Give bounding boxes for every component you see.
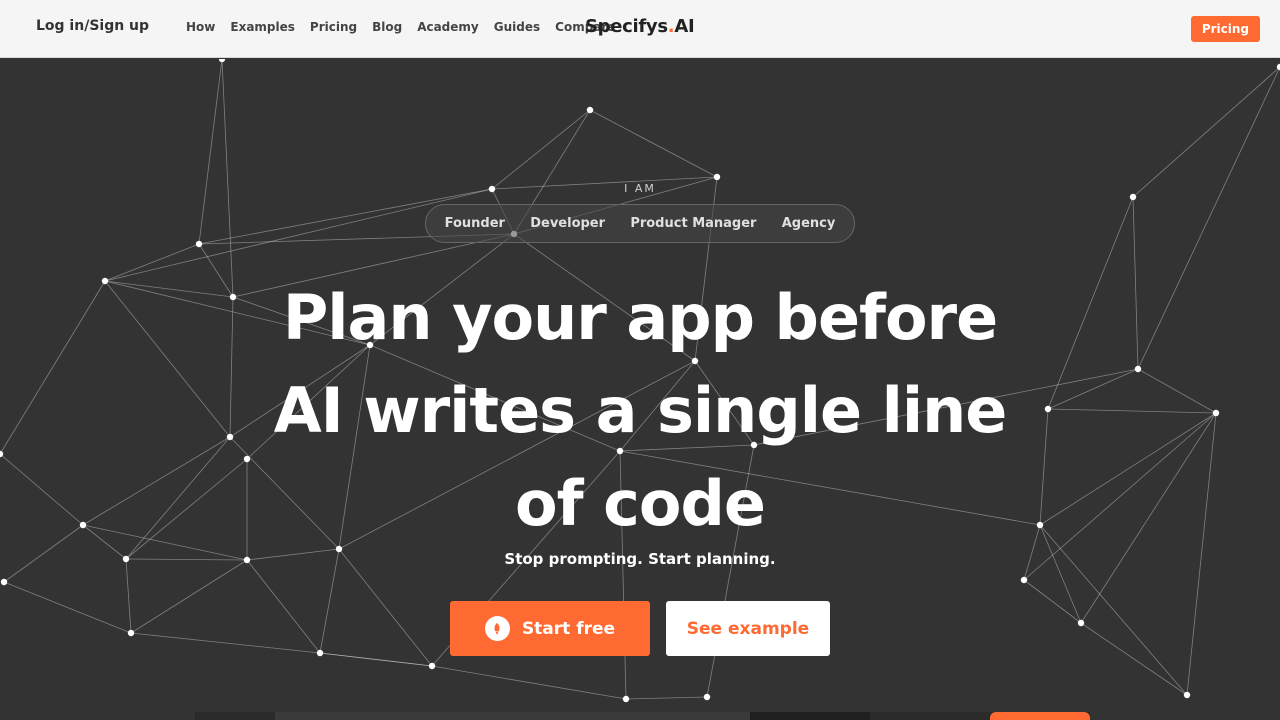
headline-line-3: of code xyxy=(515,467,766,540)
role-option-founder[interactable]: Founder xyxy=(445,216,505,231)
start-free-button[interactable]: Start free xyxy=(450,601,650,656)
login-signup-link[interactable]: Log in/Sign up xyxy=(36,18,149,34)
role-option-product-manager[interactable]: Product Manager xyxy=(630,216,756,231)
brand-logo[interactable]: Specifys.AI xyxy=(585,16,695,37)
see-example-button[interactable]: See example xyxy=(666,601,830,656)
nav-link-pricing[interactable]: Pricing xyxy=(310,20,357,34)
nav-link-guides[interactable]: Guides xyxy=(494,20,540,34)
role-option-developer[interactable]: Developer xyxy=(530,216,605,231)
hero-section: I AM Founder Developer Product Manager A… xyxy=(0,59,1280,720)
headline-line-2: AI writes a single line xyxy=(273,374,1008,447)
pricing-button[interactable]: Pricing xyxy=(1190,16,1260,42)
brand-name: Specifys xyxy=(585,16,668,37)
nav-link-examples[interactable]: Examples xyxy=(230,20,295,34)
rocket-icon xyxy=(484,616,510,641)
i-am-label: I AM xyxy=(624,182,656,195)
hero-headline: Plan your app before AI writes a single … xyxy=(0,271,1280,550)
start-free-label: Start free xyxy=(521,618,616,639)
main-nav: How Examples Pricing Blog Academy Guides… xyxy=(186,20,615,34)
nav-link-academy[interactable]: Academy xyxy=(417,20,479,34)
brand-suffix: AI xyxy=(674,16,695,37)
role-option-agency[interactable]: Agency xyxy=(782,216,836,231)
hero-subheadline: Stop prompting. Start planning. xyxy=(504,550,776,568)
product-preview-edge xyxy=(195,712,1090,720)
nav-link-blog[interactable]: Blog xyxy=(372,20,402,34)
top-nav-bar: Log in/Sign up How Examples Pricing Blog… xyxy=(0,0,1280,58)
role-selector: Founder Developer Product Manager Agency xyxy=(425,204,855,243)
nav-link-how[interactable]: How xyxy=(186,20,215,34)
headline-line-1: Plan your app before xyxy=(282,281,998,354)
